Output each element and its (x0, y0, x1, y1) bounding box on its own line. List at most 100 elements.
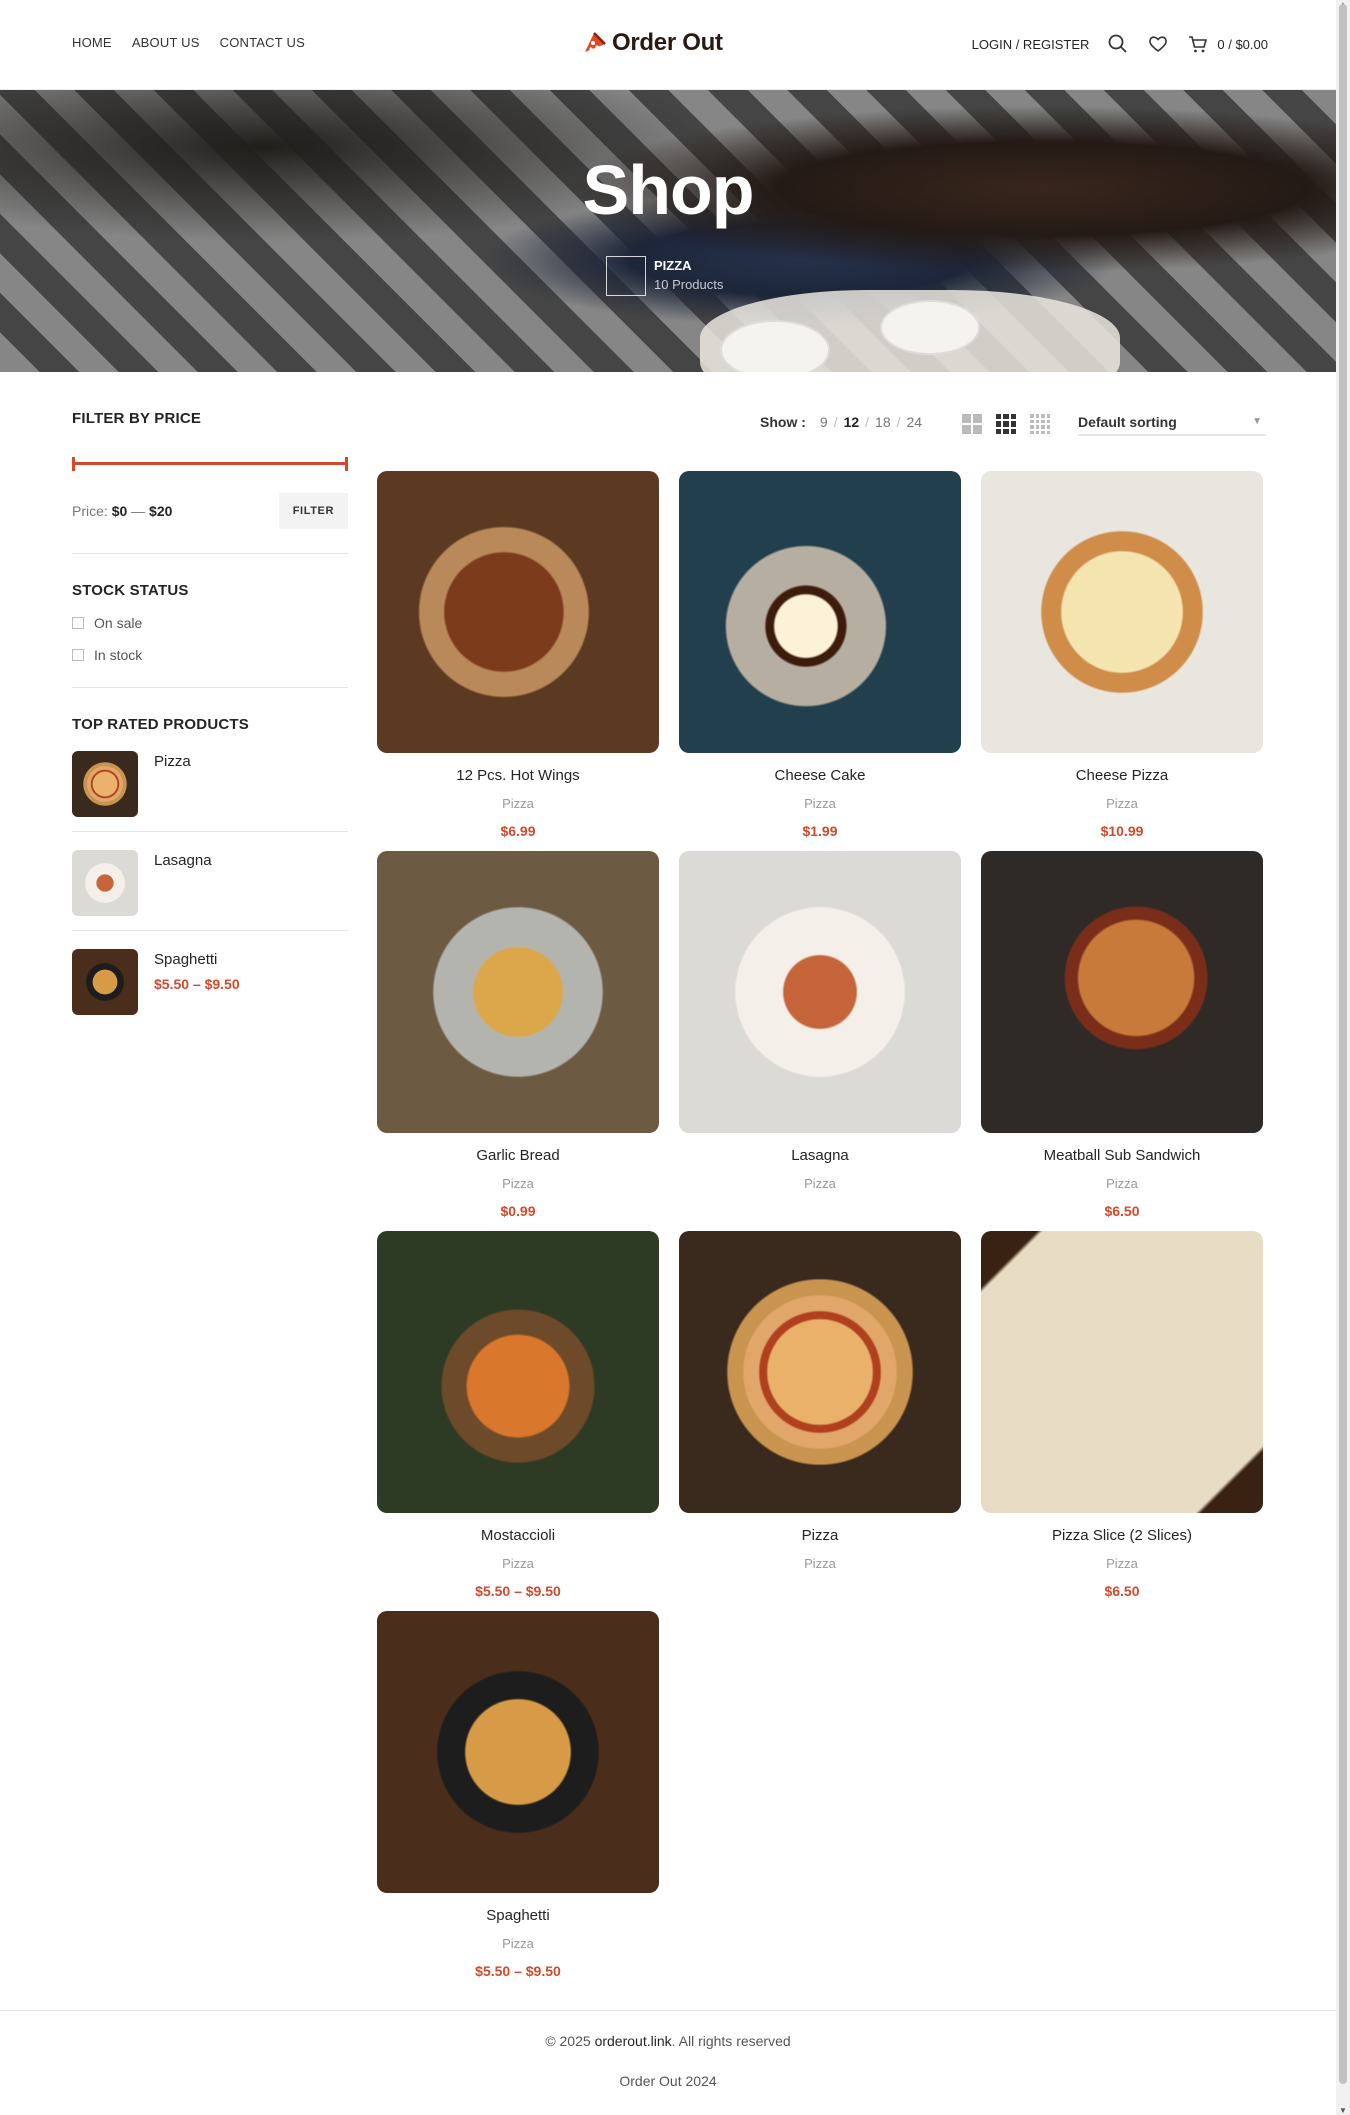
show-label: Show : (760, 414, 806, 430)
product-image[interactable] (377, 851, 659, 1133)
site-logo[interactable]: Order Out (582, 29, 723, 57)
product-category[interactable]: Pizza (679, 1176, 961, 1191)
product-card[interactable]: Meatball Sub Sandwich Pizza $6.50 (981, 851, 1263, 1231)
product-category[interactable]: Pizza (377, 1936, 659, 1951)
product-price: $6.50 (1104, 1203, 1140, 1219)
per-page-option[interactable]: 9 (820, 414, 828, 430)
search-icon[interactable] (1107, 33, 1129, 55)
category-info[interactable]: PIZZA 10 Products (606, 256, 723, 296)
price-slider-track (72, 462, 348, 465)
product-title[interactable]: Meatball Sub Sandwich (981, 1147, 1263, 1164)
price-slider-min-handle[interactable] (72, 457, 75, 471)
product-category[interactable]: Pizza (377, 1176, 659, 1191)
top-rated-thumbnail[interactable] (72, 949, 138, 1015)
product-price: $0.99 (500, 1203, 536, 1219)
filter-on-sale[interactable]: On sale (72, 615, 348, 631)
product-card[interactable]: Mostaccioli Pizza $5.50 – $9.50 (377, 1231, 659, 1611)
product-card[interactable]: Pizza Pizza (679, 1231, 961, 1611)
nav-about-us[interactable]: ABOUT US (132, 35, 200, 50)
nav-home[interactable]: HOME (72, 35, 112, 50)
top-rated-thumbnail[interactable] (72, 850, 138, 916)
price-slider-max-handle[interactable] (345, 457, 348, 471)
per-page-option[interactable]: 24 (907, 414, 923, 430)
product-image[interactable] (377, 471, 659, 753)
product-category[interactable]: Pizza (981, 1556, 1263, 1571)
product-category[interactable]: Pizza (377, 796, 659, 811)
product-title[interactable]: Pizza Slice (2 Slices) (981, 1527, 1263, 1544)
top-rated-name[interactable]: Pizza (154, 753, 191, 770)
top-rated-name[interactable]: Spaghetti (154, 951, 240, 968)
price-min: $0 (111, 503, 128, 519)
product-card[interactable]: Lasagna Pizza (679, 851, 961, 1231)
product-card[interactable]: Cheese Pizza Pizza $10.99 (981, 471, 1263, 851)
product-card[interactable]: 12 Pcs. Hot Wings Pizza $6.99 (377, 471, 659, 851)
cart-button[interactable]: 0 / $0.00 (1187, 33, 1268, 55)
login-register-link[interactable]: LOGIN / REGISTER (972, 37, 1090, 52)
separator: / (896, 414, 901, 430)
product-category[interactable]: Pizza (981, 796, 1263, 811)
category-product-count: 10 Products (654, 277, 724, 292)
hero-plate-decoration (880, 300, 980, 355)
product-category[interactable]: Pizza (679, 1556, 961, 1571)
product-title[interactable]: Spaghetti (377, 1907, 659, 1924)
footer-tagline: Order Out 2024 (619, 2073, 717, 2089)
product-image[interactable] (679, 851, 961, 1133)
product-image[interactable] (377, 1231, 659, 1513)
sort-select[interactable]: Default sorting ▼ (1078, 406, 1266, 436)
grid-2-icon[interactable] (962, 414, 982, 434)
product-category[interactable]: Pizza (981, 1176, 1263, 1191)
price-range-text: Price: $0 — $20 (72, 503, 172, 519)
product-card[interactable]: Garlic Bread Pizza $0.99 (377, 851, 659, 1231)
product-image[interactable] (377, 1611, 659, 1893)
category-name: PIZZA (654, 258, 692, 273)
site-footer: © 2025 orderout.link. All rights reserve… (0, 2010, 1336, 2115)
top-rated-item[interactable]: Lasagna (72, 850, 348, 931)
product-title[interactable]: Lasagna (679, 1147, 961, 1164)
top-rated-item[interactable]: Pizza (72, 751, 348, 832)
product-price: $6.99 (500, 823, 536, 839)
per-page-option[interactable]: 18 (875, 414, 891, 430)
product-category[interactable]: Pizza (679, 796, 961, 811)
product-title[interactable]: 12 Pcs. Hot Wings (377, 767, 659, 784)
top-rated-thumbnail[interactable] (72, 751, 138, 817)
product-image[interactable] (981, 851, 1263, 1133)
product-title[interactable]: Mostaccioli (377, 1527, 659, 1544)
nav-contact-us[interactable]: CONTACT US (220, 35, 305, 50)
checkbox[interactable] (72, 617, 84, 629)
product-card[interactable]: Cheese Cake Pizza $1.99 (679, 471, 961, 851)
separator: / (833, 414, 838, 430)
scrollbar-thumb[interactable] (1339, 4, 1347, 2084)
product-title[interactable]: Pizza (679, 1527, 961, 1544)
filter-in-stock-label: In stock (94, 647, 143, 663)
product-title[interactable]: Cheese Cake (679, 767, 961, 784)
vertical-scrollbar[interactable]: ▲ ▼ (1336, 0, 1350, 2115)
scroll-down-icon[interactable]: ▼ (1339, 2106, 1347, 2115)
filter-on-sale-label: On sale (94, 615, 143, 631)
filter-button[interactable]: FILTER (278, 493, 348, 529)
per-page-option-active[interactable]: 12 (844, 414, 860, 430)
heart-icon[interactable] (1147, 33, 1169, 55)
top-rated-name[interactable]: Lasagna (154, 852, 212, 869)
stock-status-title: STOCK STATUS (72, 582, 189, 599)
product-image[interactable] (679, 471, 961, 753)
grid-3-icon[interactable] (996, 414, 1016, 434)
product-title[interactable]: Garlic Bread (377, 1147, 659, 1164)
checkbox[interactable] (72, 649, 84, 661)
price-max: $20 (149, 503, 173, 519)
copyright-site-link[interactable]: orderout.link (595, 2033, 672, 2049)
product-title[interactable]: Cheese Pizza (981, 767, 1263, 784)
top-rated-item[interactable]: Spaghetti $5.50 – $9.50 (72, 949, 348, 1029)
product-price: $1.99 (802, 823, 838, 839)
product-image[interactable] (981, 471, 1263, 753)
product-category[interactable]: Pizza (377, 1556, 659, 1571)
product-card[interactable]: Spaghetti Pizza $5.50 – $9.50 (377, 1611, 659, 1991)
product-image[interactable] (679, 1231, 961, 1513)
product-card[interactable]: Pizza Slice (2 Slices) Pizza $6.50 (981, 1231, 1263, 1611)
filter-in-stock[interactable]: In stock (72, 647, 348, 663)
sidebar: FILTER BY PRICE Price: $0 — $20 FILTER S… (72, 410, 348, 1029)
product-image[interactable] (981, 1231, 1263, 1513)
price-slider[interactable] (72, 457, 348, 471)
copyright-prefix: © 2025 (545, 2033, 591, 2049)
grid-4-icon[interactable] (1030, 414, 1050, 434)
copyright-suffix: . All rights reserved (671, 2033, 791, 2049)
